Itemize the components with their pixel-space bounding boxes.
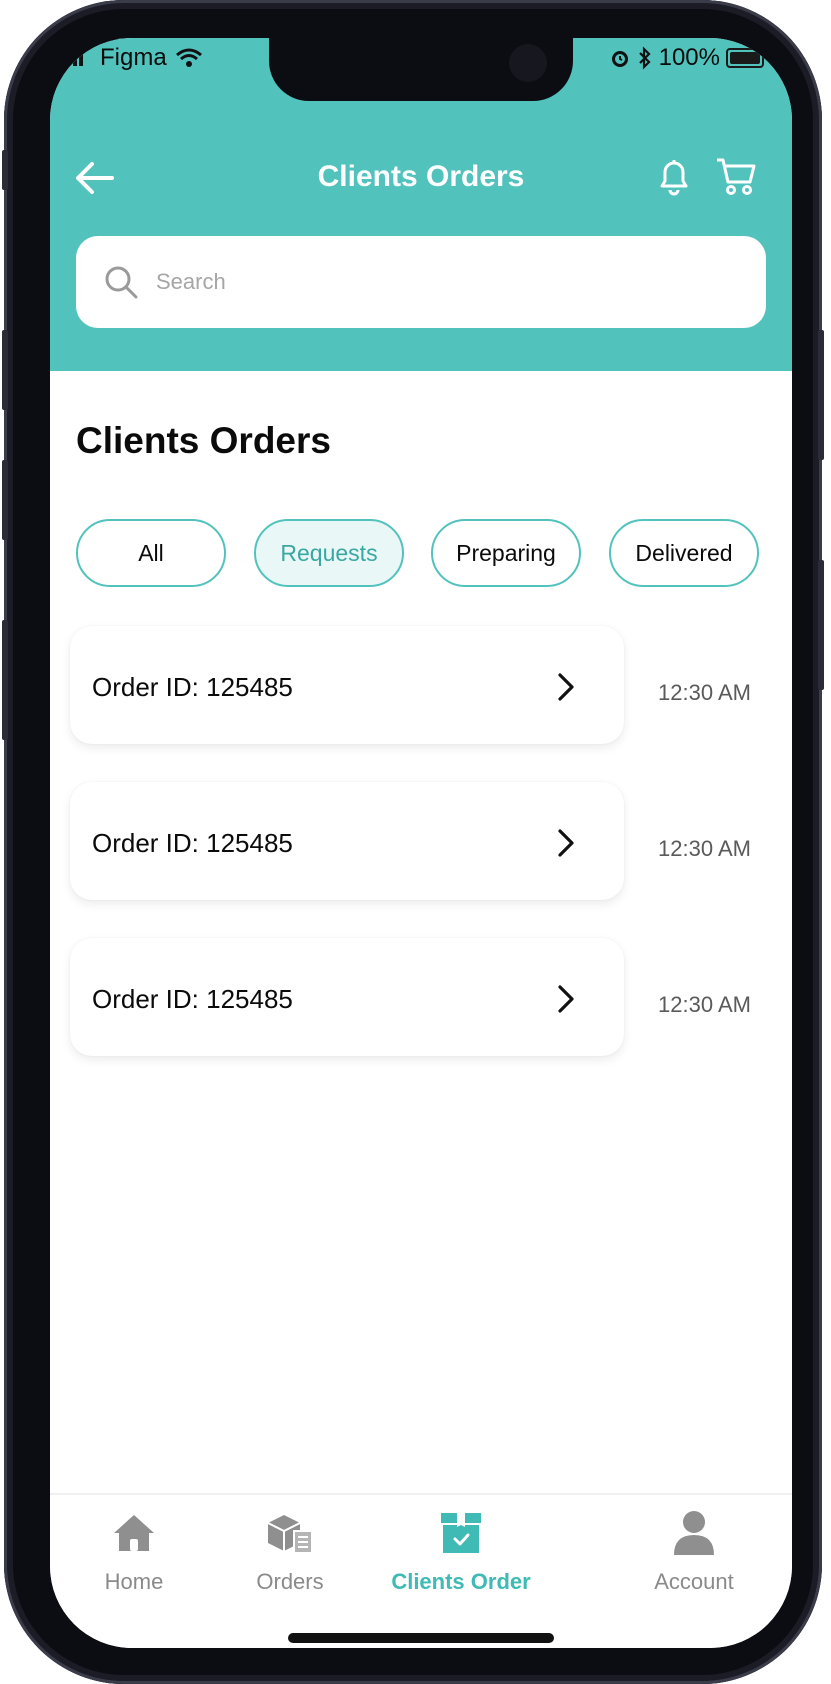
chevron-right-icon (558, 985, 574, 1013)
filter-chip-delivered[interactable]: Delivered (609, 519, 759, 587)
chevron-right-icon (558, 673, 574, 701)
search-input[interactable] (154, 268, 718, 296)
tab-label: Orders (256, 1569, 324, 1594)
filter-chip-label: All (138, 539, 164, 566)
order-card[interactable]: Order ID: 125485 (70, 938, 624, 1056)
alarm-icon (611, 51, 628, 67)
filter-chip-all[interactable]: All (76, 519, 226, 587)
package-check-icon (441, 1513, 481, 1553)
filter-chip-preparing[interactable]: Preparing (431, 519, 581, 587)
phone-side-button (2, 330, 8, 410)
phone-side-button (818, 330, 824, 460)
status-bar-right: 100% (609, 44, 764, 72)
carrier-label: Figma (100, 44, 167, 71)
search-bar[interactable] (76, 236, 766, 328)
notch (269, 38, 573, 101)
user-icon (674, 1511, 714, 1555)
filter-chip-requests[interactable]: Requests (254, 519, 404, 587)
boxes-icon (267, 1515, 313, 1554)
bottom-navigation: Home Orders Clients Order Account (50, 1493, 792, 1648)
filter-chip-label: Delivered (635, 539, 733, 566)
order-id-label: Order ID: 125485 (92, 828, 293, 858)
page-title: Clients Orders (76, 420, 331, 461)
battery-icon (726, 48, 764, 68)
camera (509, 44, 547, 82)
cart-button[interactable] (714, 154, 758, 198)
order-id-label: Order ID: 125485 (92, 984, 293, 1014)
order-id-label: Order ID: 125485 (92, 672, 293, 702)
home-icon (114, 1515, 154, 1551)
tab-label: Clients Order (391, 1569, 531, 1594)
home-indicator (288, 1633, 554, 1643)
wifi-icon (175, 48, 202, 67)
order-time: 12:30 AM (658, 680, 751, 705)
tab-account[interactable]: Account (648, 1507, 740, 1617)
tab-label: Account (654, 1569, 734, 1594)
cart-icon (717, 158, 756, 195)
order-time: 12:30 AM (658, 836, 751, 861)
status-bar-left: Figma (72, 44, 203, 72)
phone-side-button (2, 620, 8, 740)
tab-home[interactable]: Home (96, 1507, 172, 1617)
phone-frame: Figma 100% Clients Orders Search Clients… (2, 0, 824, 1684)
order-time: 12:30 AM (658, 992, 751, 1017)
phone-side-button (2, 150, 8, 190)
tab-clients-order[interactable]: Clients Order (386, 1507, 536, 1617)
bell-icon (660, 160, 688, 196)
notifications-button[interactable] (654, 154, 694, 198)
order-card[interactable]: Order ID: 125485 (70, 626, 624, 744)
filter-chip-label: Requests (280, 539, 378, 566)
order-card[interactable]: Order ID: 125485 (70, 782, 624, 900)
tab-orders[interactable]: Orders (250, 1507, 330, 1617)
phone-side-button (818, 560, 824, 690)
bluetooth-icon (638, 46, 651, 70)
signal-icon (73, 52, 83, 66)
phone-screen: Figma 100% Clients Orders Search Clients… (50, 38, 792, 1648)
chevron-right-icon (558, 829, 574, 857)
filter-chip-label: Preparing (456, 539, 556, 566)
battery-percent: 100% (658, 44, 720, 71)
search-icon (105, 266, 138, 299)
header-nav-row: Clients Orders (50, 150, 792, 210)
phone-side-button (2, 460, 8, 540)
tab-label: Home (104, 1569, 164, 1594)
